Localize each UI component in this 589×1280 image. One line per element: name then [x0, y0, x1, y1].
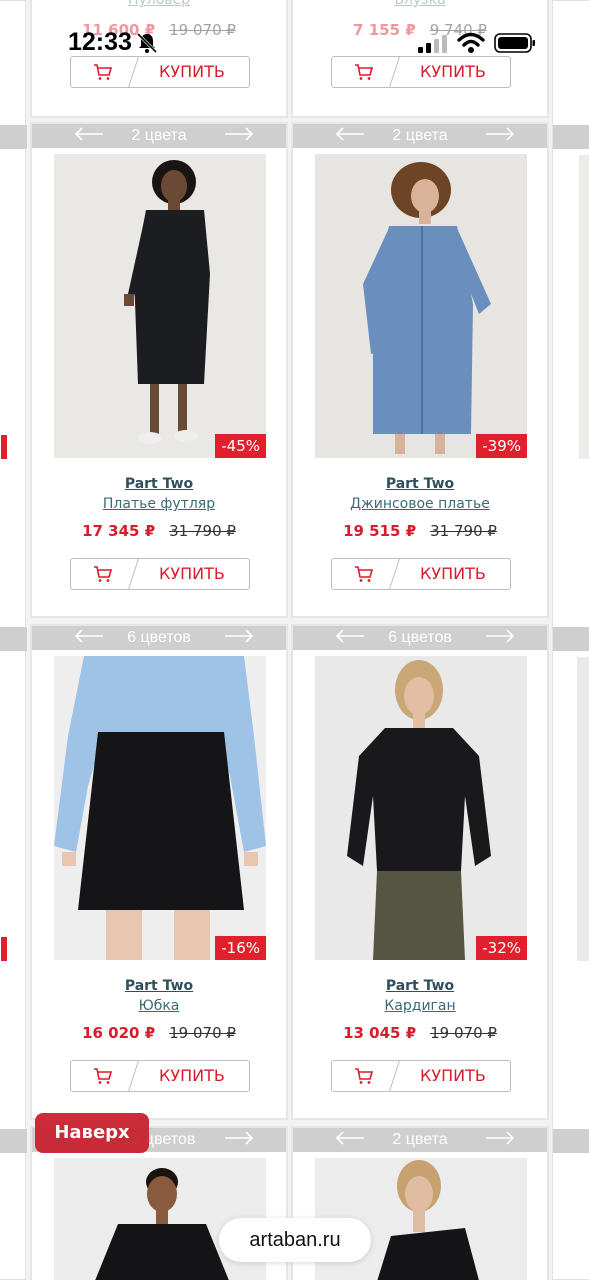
cart-icon	[355, 566, 374, 582]
price-old: 19 070 ₽	[169, 1024, 236, 1042]
product-listing-page: 12:33 Пуловер 11 600 ₽ 19 070 ₽ КУПИТЬ Б…	[0, 0, 589, 1280]
buy-label: КУПИТЬ	[420, 564, 486, 583]
price-old: 31 790 ₽	[430, 522, 497, 540]
arrow-left-icon[interactable]	[74, 629, 104, 643]
arrow-left-icon[interactable]	[335, 1131, 365, 1145]
button-divider	[389, 1061, 400, 1091]
discount-badge: -32%	[476, 936, 527, 960]
buy-label: КУПИТЬ	[159, 564, 225, 583]
arrow-right-icon[interactable]	[224, 1131, 254, 1145]
product-name[interactable]: Джинсовое платье	[293, 496, 547, 512]
color-switcher: 6 цветов	[32, 626, 286, 650]
arrow-right-icon[interactable]	[485, 127, 515, 141]
arrow-right-icon[interactable]	[485, 1131, 515, 1145]
color-switcher: 2 цвета	[32, 124, 286, 148]
buy-label: КУПИТЬ	[420, 1066, 486, 1085]
arrow-left-icon[interactable]	[335, 127, 365, 141]
product-brand[interactable]: Part Two	[293, 476, 547, 492]
product-photo[interactable]: -45%	[54, 154, 266, 458]
product-card[interactable]: 2 цвета -45% Part Two Платье футляр 17 3…	[30, 122, 288, 618]
product-prices: 16 020 ₽ 19 070 ₽	[32, 1024, 286, 1042]
arrow-right-icon[interactable]	[485, 629, 515, 643]
cart-icon	[94, 1068, 113, 1084]
product-card[interactable]: 6 цветов -32% Part Two Кардиган 13 045 ₽…	[291, 624, 549, 1120]
discount-badge: -39%	[476, 434, 527, 458]
status-time: 12:33	[68, 28, 132, 56]
product-card[interactable]: 2 цвета -39% Part Two Джинсовое платье 1…	[291, 122, 549, 618]
price-old: 19 070 ₽	[430, 1024, 497, 1042]
price-new: 16 020 ₽	[82, 1024, 156, 1042]
product-brand[interactable]: Part Two	[32, 978, 286, 994]
product-brand[interactable]: Part Two	[293, 978, 547, 994]
price-new: 17 345 ₽	[82, 522, 156, 540]
color-count: 2 цвета	[131, 127, 187, 144]
scroll-to-top-button[interactable]: Наверх	[35, 1113, 149, 1153]
cellular-signal-icon	[418, 35, 447, 53]
price-old: 31 790 ₽	[169, 522, 236, 540]
color-count: 6 цветов	[127, 629, 191, 646]
arrow-right-icon[interactable]	[224, 629, 254, 643]
product-prices: 17 345 ₽ 31 790 ₽	[32, 522, 286, 540]
discount-badge: -45%	[215, 434, 266, 458]
right-partial-column	[552, 0, 589, 1280]
arrow-left-icon[interactable]	[335, 629, 365, 643]
arrow-left-icon[interactable]	[74, 127, 104, 141]
buy-button[interactable]: КУПИТЬ	[70, 558, 250, 590]
model-in-black-cardigan-image	[347, 660, 491, 960]
product-prices: 19 515 ₽ 31 790 ₽	[293, 522, 547, 540]
button-divider	[128, 559, 139, 589]
button-divider	[389, 559, 400, 589]
discount-badge: -16%	[215, 936, 266, 960]
model-in-black-skirt-image	[54, 656, 266, 960]
color-switcher: 2 цвета	[293, 124, 547, 148]
product-brand[interactable]: Part Two	[32, 476, 286, 492]
price-new: 19 515 ₽	[343, 522, 417, 540]
battery-icon	[494, 33, 535, 53]
product-prices: 13 045 ₽ 19 070 ₽	[293, 1024, 547, 1042]
product-photo[interactable]: -32%	[315, 656, 527, 960]
product-card[interactable]: 6 цветов -16% Part Two Юбка 16 020 ₽ 19 0…	[30, 624, 288, 1120]
wifi-icon	[457, 32, 485, 53]
buy-button[interactable]: КУПИТЬ	[331, 558, 511, 590]
product-name[interactable]: Юбка	[32, 998, 286, 1014]
product-name[interactable]: Кардиган	[293, 998, 547, 1014]
cart-icon	[355, 1068, 374, 1084]
bell-muted-icon	[136, 32, 158, 54]
button-divider	[128, 1061, 139, 1091]
product-photo[interactable]: -39%	[315, 154, 527, 458]
product-photo[interactable]: -16%	[54, 656, 266, 960]
color-count: 2 цвета	[392, 127, 448, 144]
price-new: 13 045 ₽	[343, 1024, 417, 1042]
buy-button[interactable]: КУПИТЬ	[70, 1060, 250, 1092]
model-in-black-dress-image	[124, 160, 210, 444]
model-in-denim-dress-image	[363, 162, 491, 454]
buy-button[interactable]: КУПИТЬ	[331, 1060, 511, 1092]
color-count: 2 цвета	[392, 1131, 448, 1148]
color-count: 6 цветов	[388, 629, 452, 646]
browser-address-bar[interactable]: artaban.ru	[219, 1218, 371, 1262]
left-partial-column	[0, 0, 27, 1280]
status-bar: 12:33	[0, 0, 589, 86]
cart-icon	[94, 566, 113, 582]
color-switcher: 2 цвета	[293, 1128, 547, 1152]
color-switcher: 6 цветов	[293, 626, 547, 650]
arrow-right-icon[interactable]	[224, 127, 254, 141]
buy-label: КУПИТЬ	[159, 1066, 225, 1085]
product-name[interactable]: Платье футляр	[32, 496, 286, 512]
